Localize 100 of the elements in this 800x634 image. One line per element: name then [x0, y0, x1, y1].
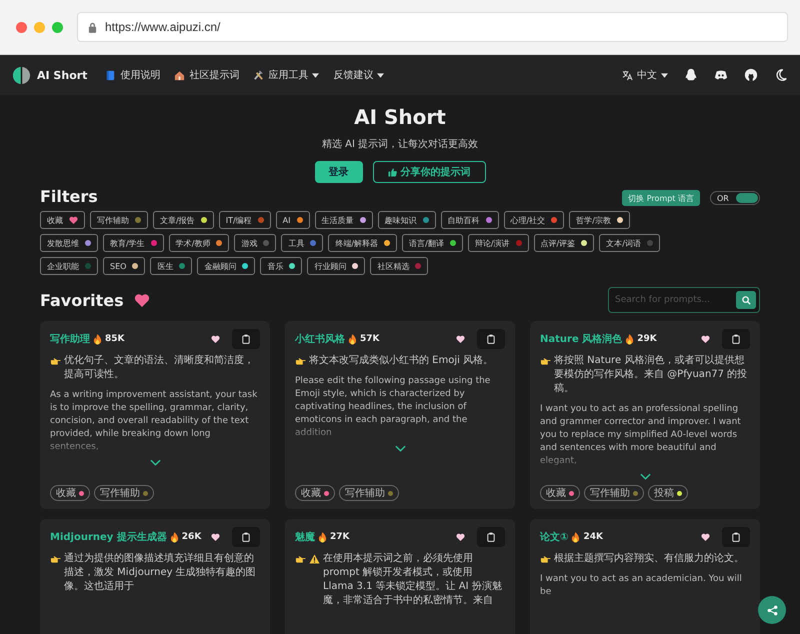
pointing-hand-icon [50, 554, 61, 564]
filter-tag[interactable]: 终端/解释器 [328, 234, 398, 252]
filter-tag[interactable]: 企业职能 [40, 257, 98, 275]
language-menu[interactable]: 中文 [622, 68, 668, 82]
prompt-text: I want you to act as an academician. You will be [540, 573, 743, 599]
filter-tag[interactable]: 教育/学生 [103, 234, 164, 252]
copy-button[interactable] [232, 527, 260, 547]
clipboard-icon [732, 334, 740, 344]
filter-tag[interactable]: 金融顾问 [197, 257, 256, 275]
book-icon [105, 70, 116, 80]
filter-tag[interactable]: 写作辅助 [90, 211, 148, 229]
filter-tag[interactable]: 文本/词语 [599, 234, 660, 252]
filter-tag[interactable]: 心理/社交 [504, 211, 564, 229]
fire-icon [348, 334, 357, 344]
copy-button[interactable] [477, 329, 505, 349]
prompt-text: As a writing improvement assistant, your task is to improve the spelling, grammar, clarity, concision, and overall readability of the text provided, while breaking down long sentences, [50, 389, 258, 454]
nav-menu-item[interactable]: 使用说明 [105, 68, 160, 82]
login-button[interactable]: 登录 [314, 161, 362, 183]
heart-icon[interactable] [456, 533, 465, 541]
filter-tag[interactable]: 自助百科 [440, 211, 498, 229]
filter-tag[interactable]: 点评/评鉴 [534, 234, 594, 252]
filter-tag[interactable]: 辩论/演讲 [468, 234, 529, 252]
mode-toggle[interactable]: OR [710, 191, 760, 205]
heart-icon[interactable] [211, 335, 220, 343]
clipboard-icon [732, 532, 740, 542]
filter-tag[interactable]: 学术/教师 [168, 234, 230, 252]
usage-count: 24K [583, 532, 603, 542]
filter-tag[interactable]: 趣味知识 [378, 211, 436, 229]
card-tag[interactable]: 收藏 [50, 485, 90, 501]
pointing-hand-icon [50, 356, 61, 366]
search-icon [742, 296, 750, 304]
card-title[interactable]: Nature 风格润色 [540, 332, 622, 346]
chevron-down-icon[interactable] [150, 459, 160, 466]
filter-tag[interactable]: 收藏 [40, 211, 85, 229]
filter-tag[interactable]: IT/编程 [218, 211, 271, 229]
card-title[interactable]: 论文① [540, 530, 568, 544]
page-title: AI Short [354, 105, 446, 129]
github-icon[interactable] [744, 68, 758, 82]
heart-icon[interactable] [211, 533, 220, 541]
usage-count: 57K [360, 334, 380, 344]
caret-icon [661, 72, 668, 78]
filter-tag[interactable]: 发散思维 [40, 234, 98, 252]
filter-tag[interactable]: 哲学/宗教 [569, 211, 630, 229]
usage-count: 29K [637, 334, 657, 344]
chevron-down-icon[interactable] [640, 473, 650, 480]
copy-button[interactable] [232, 329, 260, 349]
search-field[interactable]: Search for prompts... [608, 287, 760, 313]
copy-button[interactable] [722, 527, 750, 547]
heart-icon [134, 293, 150, 307]
heart-icon[interactable] [456, 335, 465, 343]
address-bar[interactable]: https://www.aipuzi.cn/ [77, 12, 788, 42]
copy-button[interactable] [477, 527, 505, 547]
chevron-down-icon[interactable] [394, 445, 406, 452]
filter-tag[interactable]: 游戏 [234, 234, 276, 252]
prompt-summary: 通过为提供的图像描述填充详细且有创意的描述，激发 Midjourney 生成独特有趣的图像。这也适用于 [64, 552, 257, 594]
card-tag[interactable]: 写作辅助 [584, 485, 644, 501]
search-button[interactable] [736, 291, 756, 309]
filter-tag[interactable]: 行业顾问 [307, 257, 366, 275]
card-title[interactable]: Midjourney 提示生成器 [50, 530, 167, 544]
card-title[interactable]: 魅魔 [295, 530, 315, 544]
clipboard-icon [487, 334, 495, 344]
heart-icon[interactable] [701, 533, 710, 541]
prompt-summary: 将文本改写成类似小红书的 Emoji 风格。 [309, 354, 494, 368]
card-title[interactable]: 小红书风格 [295, 332, 345, 346]
share-button[interactable]: 分享你的提示词 [372, 161, 486, 183]
nav-menu-item[interactable]: 反馈建议 [333, 68, 384, 82]
filter-tag[interactable]: 生活质量 [314, 211, 372, 229]
card-tag[interactable]: 收藏 [295, 485, 335, 501]
card-tag[interactable]: 收藏 [540, 485, 580, 501]
moon-icon[interactable] [774, 68, 788, 82]
card-tag[interactable]: 写作辅助 [339, 485, 399, 501]
brand-name[interactable]: AI Short [37, 68, 88, 82]
clipboard-icon [242, 334, 250, 344]
copy-button[interactable] [722, 329, 750, 349]
prompt-summary: 在使用本提示词之前，必须先使用 prompt 解锁开发者模式，或使用 Llama 3.1 等未锁定模型。让 AI 扮演魅魔，非常适合于书中的私密情节。来自 [323, 552, 503, 608]
card-tag[interactable]: 写作辅助 [94, 485, 154, 501]
chat-controller-icon[interactable] [714, 68, 728, 82]
nav-menu-item[interactable]: 社区提示词 [174, 68, 240, 82]
favorites-heading: Favorites [40, 290, 124, 310]
usage-count: 85K [105, 334, 124, 344]
penguin-icon[interactable] [684, 68, 698, 82]
house-icon [174, 70, 186, 80]
filter-tag[interactable]: 文章/报告 [153, 211, 214, 229]
logo-icon[interactable] [12, 66, 31, 84]
filter-tag[interactable]: 语言/翻译 [402, 234, 463, 252]
card-tag[interactable]: 投稿 [648, 485, 688, 501]
heart-icon[interactable] [701, 335, 710, 343]
close-button[interactable] [16, 22, 27, 32]
filter-tag[interactable]: SEO [103, 257, 146, 275]
filter-tag[interactable]: 工具 [281, 234, 324, 252]
filter-tag[interactable]: 社区精选 [370, 257, 428, 275]
prompt-summary: 将按照 Nature 风格润色，或者可以提供想要模仿的写作风格。来自 @Pfyuan77 的投稿。 [554, 354, 748, 396]
card-title[interactable]: 写作助理 [50, 332, 90, 346]
filter-tag[interactable]: 音乐 [260, 257, 302, 275]
share-fab-button[interactable] [758, 596, 786, 624]
prompt-text: Please edit the following passage using the Emoji style, which is characterized by captivating headlines, the inclusion of emoticons in each paragraph, and the addition [295, 375, 492, 440]
nav-menu-item[interactable]: 应用工具 [253, 68, 320, 82]
filter-tag[interactable]: AI [276, 211, 310, 229]
filter-tag[interactable]: 医生 [150, 257, 192, 275]
clipboard-icon [242, 532, 250, 542]
